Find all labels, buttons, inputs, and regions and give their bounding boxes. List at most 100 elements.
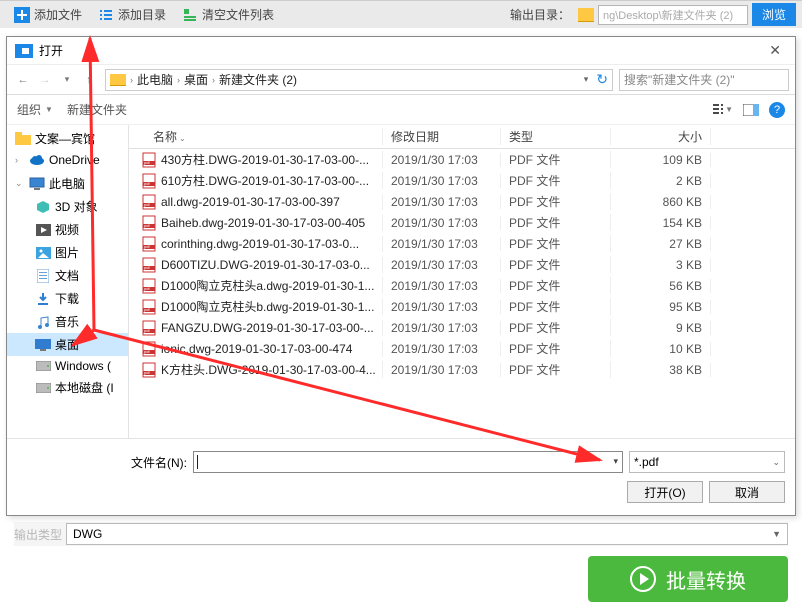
new-folder-button[interactable]: 新建文件夹 (67, 101, 127, 118)
file-open-dialog: 打开 ✕ ← → ▾ ↑ › 此电脑 › 桌面 › 新建文件夹 (2) ▾ ↻ … (6, 36, 796, 516)
file-type-select[interactable]: *.pdf ⌄ (629, 451, 785, 473)
file-row[interactable]: pdfD1000陶立克柱头a.dwg-2019-01-30-1...2019/1… (129, 275, 795, 296)
column-type[interactable]: 类型 (501, 128, 611, 145)
up-button[interactable]: ↑ (79, 70, 99, 90)
help-icon[interactable]: ? (769, 102, 785, 118)
file-size: 154 KB (611, 216, 711, 230)
desktop-icon (35, 338, 51, 352)
organize-menu[interactable]: 组织▼ (17, 101, 53, 118)
chevron-down-icon: ▼ (772, 529, 781, 539)
file-row[interactable]: pdf430方柱.DWG-2019-01-30-17-03-00-...2019… (129, 149, 795, 170)
sidebar-item-cube[interactable]: 3D 对象 (7, 195, 128, 218)
add-folder-label: 添加目录 (118, 6, 166, 23)
breadcrumb[interactable]: › 此电脑 › 桌面 › 新建文件夹 (2) ▾ ↻ (105, 69, 613, 91)
file-size: 109 KB (611, 153, 711, 167)
sidebar-item-label: 本地磁盘 (I (55, 379, 114, 396)
column-name[interactable]: 名称⌄ (129, 128, 383, 145)
close-button[interactable]: ✕ (763, 42, 787, 59)
file-name-label: 文件名(N): (17, 454, 187, 471)
pdf-file-icon: pdf (141, 152, 157, 168)
sidebar-item-desktop[interactable]: 桌面 (7, 333, 128, 356)
file-row[interactable]: pdfall.dwg-2019-01-30-17-03-00-3972019/1… (129, 191, 795, 212)
view-mode-icon[interactable]: ▼ (713, 102, 733, 118)
file-size: 95 KB (611, 300, 711, 314)
output-path-field[interactable]: ng\Desktop\新建文件夹 (2) (598, 5, 748, 25)
sidebar: 文案—宾馆›OneDrive ⌄ 此电脑 3D 对象视频图片文档下载音乐桌面Windo… (7, 125, 129, 438)
preview-pane-icon[interactable] (741, 102, 761, 118)
column-size[interactable]: 大小 (611, 128, 711, 145)
file-row[interactable]: pdfFANGZU.DWG-2019-01-30-17-03-00-...201… (129, 317, 795, 338)
sidebar-item-disk[interactable]: 本地磁盘 (I (7, 376, 128, 399)
file-size: 3 KB (611, 258, 711, 272)
cancel-button[interactable]: 取消 (709, 481, 785, 503)
sidebar-item-image[interactable]: 图片 (7, 241, 128, 264)
dialog-bottom: 文件名(N): ▾ *.pdf ⌄ 打开(O) 取消 (7, 438, 795, 515)
file-date: 2019/1/30 17:03 (383, 321, 501, 335)
file-name-input[interactable]: ▾ (193, 451, 623, 473)
back-button[interactable]: ← (13, 70, 33, 90)
file-row[interactable]: pdf610方柱.DWG-2019-01-30-17-03-00-...2019… (129, 170, 795, 191)
download-icon (35, 292, 51, 306)
folder-icon (15, 132, 31, 146)
add-file-button[interactable]: 添加文件 (6, 3, 90, 26)
svg-text:pdf: pdf (144, 265, 150, 270)
output-dir-label: 输出目录： (510, 6, 574, 23)
disk-icon (35, 359, 51, 373)
pdf-file-icon: pdf (141, 236, 157, 252)
nav-bar: ← → ▾ ↑ › 此电脑 › 桌面 › 新建文件夹 (2) ▾ ↻ 搜索"新建… (7, 65, 795, 95)
output-type-select[interactable]: DWG ▼ (66, 523, 788, 545)
add-folder-button[interactable]: 添加目录 (90, 3, 174, 26)
file-row[interactable]: pdfBaiheb.dwg-2019-01-30-17-03-00-405201… (129, 212, 795, 233)
chevron-down-icon[interactable]: ▾ (584, 74, 589, 85)
recent-dropdown[interactable]: ▾ (57, 70, 77, 90)
file-list: pdf430方柱.DWG-2019-01-30-17-03-00-...2019… (129, 149, 795, 438)
file-row[interactable]: pdf D600TIZU.DWG-2019-01-30-17-03-0... 201… (129, 254, 795, 275)
sidebar-item-pc[interactable]: ⌄ 此电脑 (7, 172, 128, 195)
expand-caret-icon: › (15, 155, 25, 165)
svg-text:pdf: pdf (144, 307, 150, 312)
cloud-icon (29, 153, 45, 167)
file-row[interactable]: pdfionic.dwg-2019-01-30-17-03-00-4742019… (129, 338, 795, 359)
batch-convert-button[interactable]: 批量转换 (588, 556, 788, 602)
pdf-file-icon: pdf (141, 173, 157, 189)
sidebar-item-doc[interactable]: 文档 (7, 264, 128, 287)
file-row[interactable]: pdfD1000陶立克柱头b.dwg-2019-01-30-1...2019/1… (129, 296, 795, 317)
disk-icon (35, 381, 51, 395)
app-icon (15, 44, 33, 58)
sidebar-item-music[interactable]: 音乐 (7, 310, 128, 333)
sidebar-item-folder[interactable]: 文案—宾馆 (7, 127, 128, 150)
refresh-icon[interactable]: ↻ (596, 71, 608, 88)
file-row[interactable]: pdfK方柱头.DWG-2019-01-30-17-03-00-4...2019… (129, 359, 795, 380)
forward-button[interactable]: → (35, 70, 55, 90)
sidebar-item-label: 下载 (55, 290, 79, 307)
file-name: D1000陶立克柱头b.dwg-2019-01-30-1... (161, 298, 374, 315)
svg-text:pdf: pdf (144, 349, 150, 354)
pdf-file-icon: pdf (141, 278, 157, 294)
expand-caret-icon: ⌄ (15, 178, 25, 189)
file-type: PDF 文件 (501, 298, 611, 315)
file-name: D600TIZU.DWG-2019-01-30-17-03-0... (161, 258, 370, 272)
file-type: PDF 文件 (501, 151, 611, 168)
column-date[interactable]: 修改日期 (383, 128, 501, 145)
file-name: 430方柱.DWG-2019-01-30-17-03-00-... (161, 151, 369, 168)
clear-list-button[interactable]: 清空文件列表 (174, 3, 282, 26)
sidebar-item-download[interactable]: 下载 (7, 287, 128, 310)
file-date: 2019/1/30 17:03 (383, 258, 501, 272)
dialog-titlebar: 打开 ✕ (7, 37, 795, 65)
file-date: 2019/1/30 17:03 (383, 279, 501, 293)
file-type: PDF 文件 (501, 172, 611, 189)
sidebar-item-label: 此电脑 (49, 175, 85, 192)
svg-text:pdf: pdf (144, 223, 150, 228)
browse-button[interactable]: 浏览 (752, 3, 796, 26)
sidebar-item-cloud[interactable]: ›OneDrive (7, 150, 128, 170)
open-button[interactable]: 打开(O) (627, 481, 703, 503)
sidebar-item-disk[interactable]: Windows ( (7, 356, 128, 376)
file-type: PDF 文件 (501, 277, 611, 294)
search-input[interactable]: 搜索"新建文件夹 (2)" (619, 69, 789, 91)
folder-icon (110, 74, 126, 86)
file-row[interactable]: pdfcorinthing.dwg-2019-01-30-17-03-0...2… (129, 233, 795, 254)
chevron-down-icon[interactable]: ▾ (613, 456, 618, 467)
sidebar-item-label: 文档 (55, 267, 79, 284)
pdf-file-icon: pdf (141, 215, 157, 231)
sidebar-item-video[interactable]: 视频 (7, 218, 128, 241)
